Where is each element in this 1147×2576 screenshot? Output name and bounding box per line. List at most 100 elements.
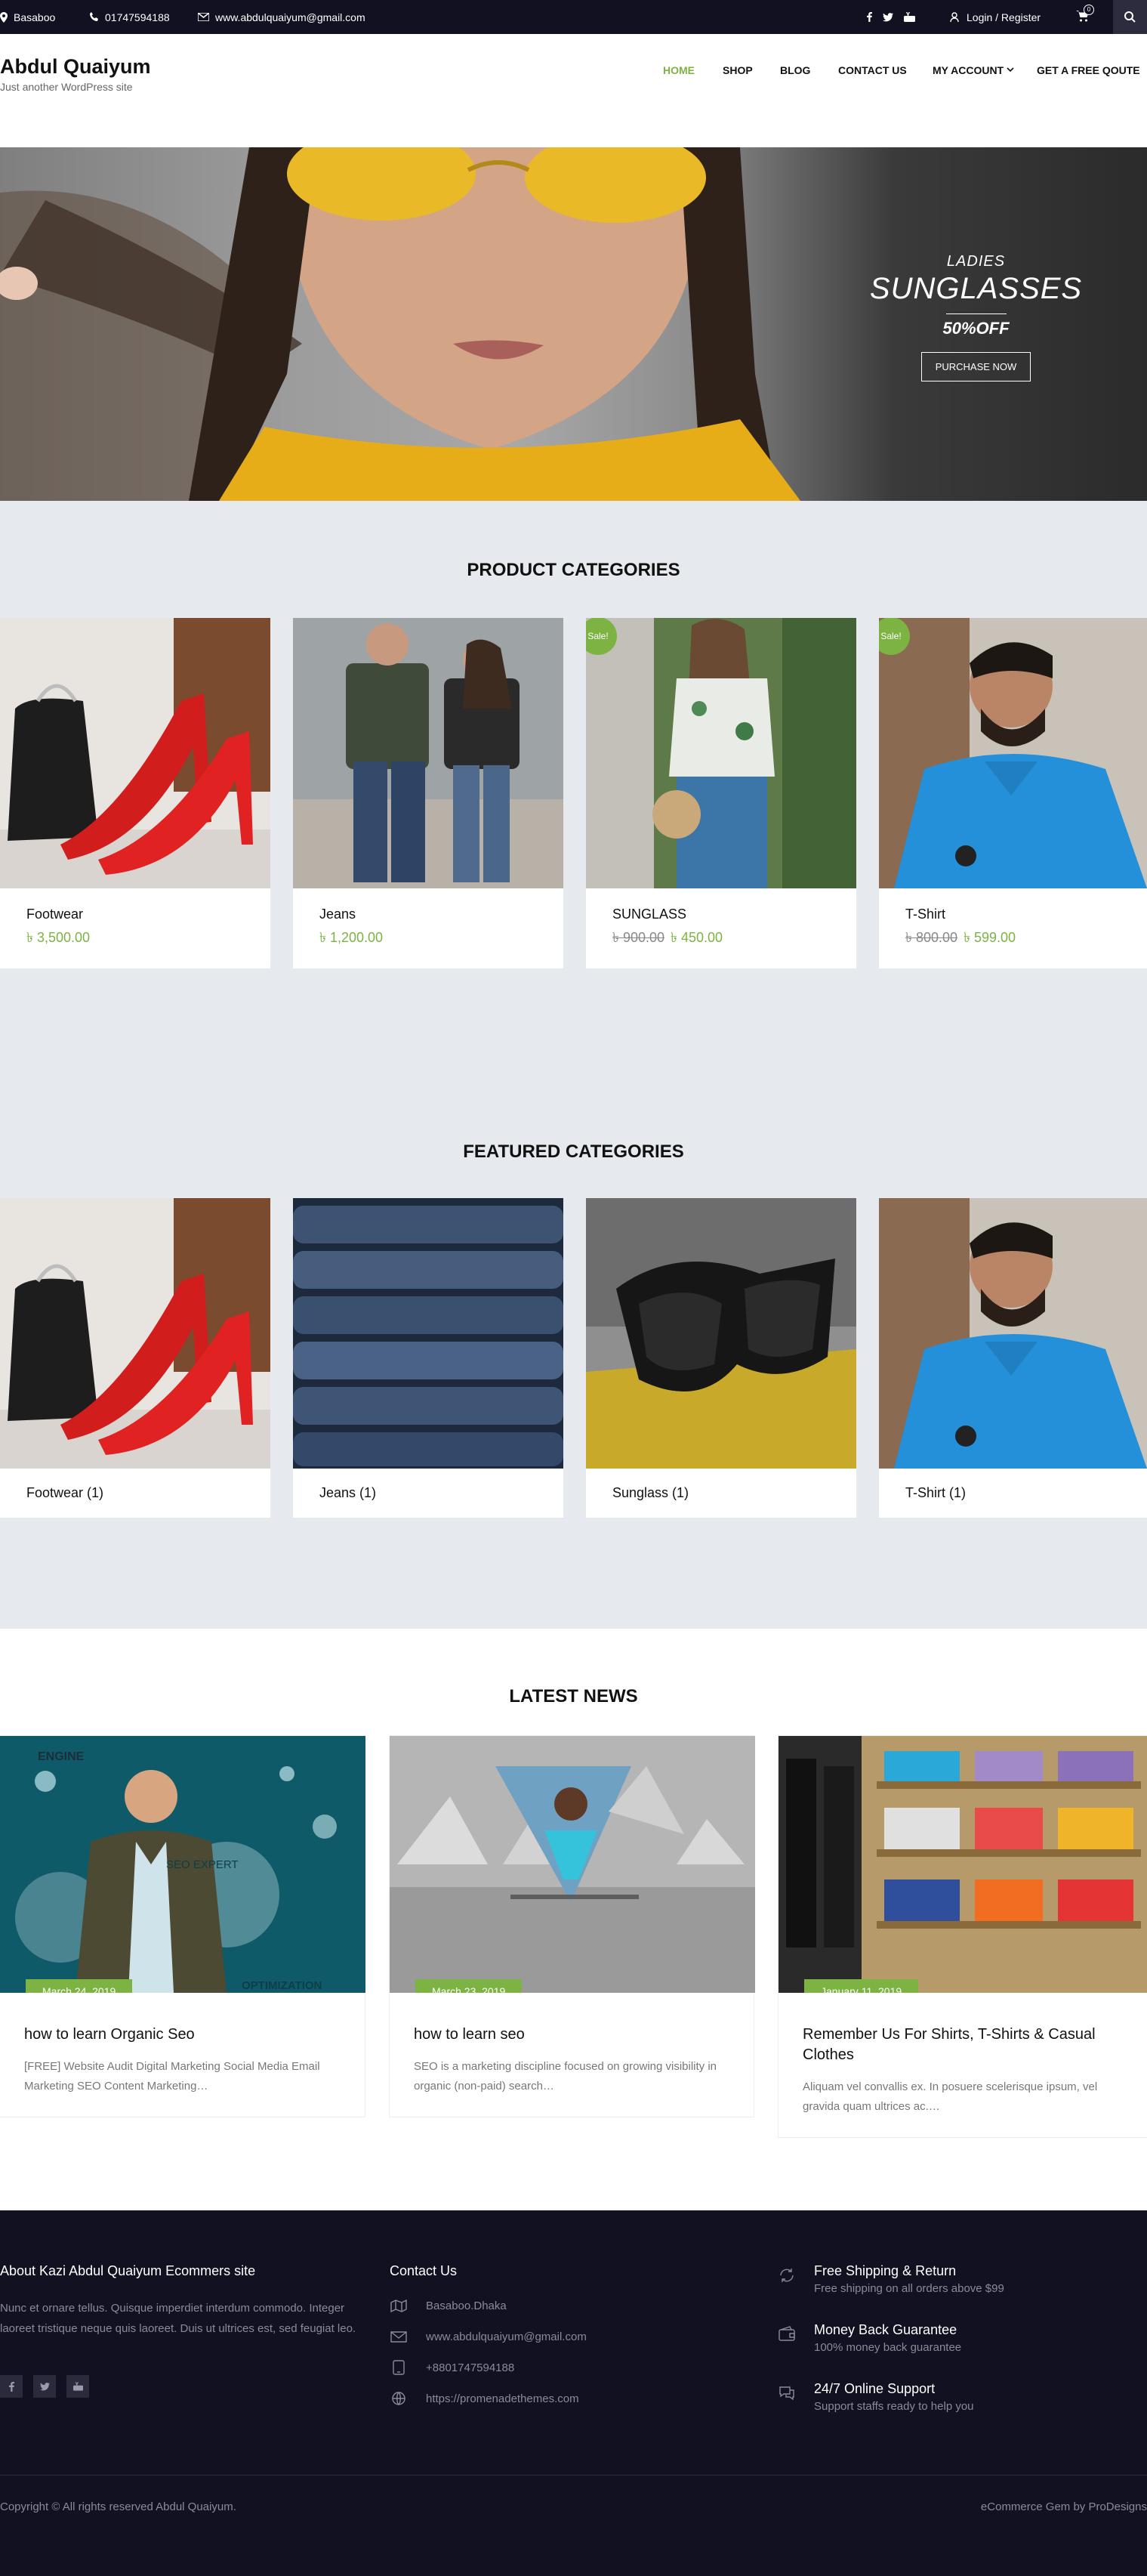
nav-get-quote[interactable]: GET A FREE QOUTE <box>1037 64 1140 76</box>
product-card[interactable]: Footwear ৳ 3,500.00 <box>0 618 270 968</box>
news-card[interactable]: ENGINE SEO EXPERT OPTIMIZATION March 24, 2… <box>0 1735 365 2117</box>
login-register-label: Login / Register <box>967 11 1041 23</box>
mobile-phone-icon <box>393 2360 405 2375</box>
chevron-down-icon[interactable] <box>1007 67 1014 73</box>
product-price-current: ৳ 450.00 <box>671 930 723 945</box>
feature-free-shipping: Free Shipping & Return Free shipping on a… <box>778 2263 1004 2295</box>
news-image[interactable]: March 23, 2019 <box>390 1736 755 1993</box>
contact-address: Basaboo.Dhaka <box>390 2298 507 2313</box>
category-name[interactable]: Jeans (1) <box>319 1485 537 1501</box>
contact-website[interactable]: https://promenadethemes.com <box>390 2391 579 2406</box>
copyright-text: Copyright © All rights reserved Abdul Qu… <box>0 2500 236 2513</box>
news-title[interactable]: how to learn seo <box>414 2025 729 2045</box>
category-card[interactable]: T-Shirt (1) <box>879 1198 1147 1518</box>
hero-subtitle: LADIES <box>946 253 1006 270</box>
nav-shop[interactable]: SHOP <box>723 64 753 76</box>
contact-address-text: Basaboo.Dhaka <box>426 2299 507 2312</box>
cart-button[interactable]: 0 <box>1076 0 1094 34</box>
feature-title: Free Shipping & Return <box>814 2263 957 2278</box>
news-image[interactable]: ENGINE SEO EXPERT OPTIMIZATION March 24, 2… <box>0 1736 365 1993</box>
user-icon <box>950 12 959 22</box>
feature-online-support: 24/7 Online Support Support staffs ready … <box>778 2381 974 2413</box>
feature-title: Money Back Guarantee <box>814 2322 957 2337</box>
footer-twitter-link[interactable] <box>33 2375 56 2398</box>
twitter-icon[interactable] <box>883 12 893 22</box>
hero-discount: 50%OFF <box>942 319 1010 338</box>
news-image-caption: ENGINE <box>38 1750 85 1763</box>
product-image[interactable]: Sale! <box>879 618 1147 888</box>
product-price: ৳ 1,200.00 <box>319 927 537 950</box>
facebook-icon[interactable] <box>867 12 872 22</box>
news-date: March 24, 2019 <box>26 1979 133 1993</box>
map-icon <box>390 2299 407 2313</box>
category-name[interactable]: T-Shirt (1) <box>905 1485 1121 1501</box>
contact-phone[interactable]: +8801747594188 <box>390 2360 514 2375</box>
theme-credit-link[interactable]: eCommerce Gem by ProDesigns <box>981 2500 1147 2513</box>
nav-home[interactable]: HOME <box>663 64 695 76</box>
news-image-caption: SEO EXPERT <box>166 1858 239 1871</box>
category-card[interactable]: Sunglass (1) <box>586 1198 856 1518</box>
category-image[interactable] <box>0 1198 270 1469</box>
category-card[interactable]: Footwear (1) <box>0 1198 270 1518</box>
news-card[interactable]: March 23, 2019 how to learn seo SEO is a… <box>389 1735 755 2117</box>
nav-blog[interactable]: BLOG <box>780 64 810 76</box>
email-info[interactable]: www.abdulquaiyum@gmail.com <box>198 0 365 34</box>
featured-categories-section: FEATURED CATEGORIES Footwear (1) Jeans (… <box>0 1037 1147 1629</box>
footer-about-title: About Kazi Abdul Quaiyum Ecommers site <box>0 2263 256 2278</box>
news-title[interactable]: Remember Us For Shirts, T-Shirts & Casua… <box>803 2025 1123 2065</box>
category-image[interactable] <box>293 1198 563 1469</box>
nav-my-account[interactable]: MY ACCOUNT <box>933 64 1004 76</box>
news-excerpt: SEO is a marketing discipline focused on… <box>414 2060 717 2093</box>
nav-contact-us[interactable]: CONTACT US <box>838 64 907 76</box>
email-text: www.abdulquaiyum@gmail.com <box>215 11 365 23</box>
category-card[interactable]: Jeans (1) <box>293 1198 563 1518</box>
product-name[interactable]: Jeans <box>319 907 537 922</box>
footer-youtube-link[interactable] <box>66 2375 89 2398</box>
site-title[interactable]: Abdul Quaiyum <box>0 55 151 79</box>
product-image[interactable] <box>293 618 563 888</box>
category-image[interactable] <box>586 1198 856 1469</box>
site-footer: About Kazi Abdul Quaiyum Ecommers site N… <box>0 2210 1147 2576</box>
news-date: January 11, 2019 <box>804 1979 919 1993</box>
location-info: Basaboo <box>0 0 55 34</box>
feature-subtitle: 100% money back guarantee <box>814 2341 962 2354</box>
search-button[interactable] <box>1113 0 1147 34</box>
product-price-current: ৳ 599.00 <box>964 930 1016 945</box>
feature-title: 24/7 Online Support <box>814 2381 936 2396</box>
contact-phone-text: +8801747594188 <box>426 2361 515 2374</box>
product-card[interactable]: Jeans ৳ 1,200.00 <box>293 618 563 968</box>
twitter-icon <box>39 2382 50 2390</box>
location-text: Basaboo <box>14 11 56 23</box>
news-image[interactable]: January 11, 2019 <box>779 1736 1147 1993</box>
footer-facebook-link[interactable] <box>0 2375 23 2398</box>
purchase-now-button[interactable]: PURCHASE NOW <box>920 352 1031 381</box>
product-price-current: ৳ 3,500.00 <box>26 930 91 945</box>
top-bar: Basaboo 01747594188 www.abdulquaiyum@gma… <box>0 0 1147 34</box>
chat-bubbles-icon <box>779 2386 794 2401</box>
footer-about-text: Nunc et ornare tellus. Quisque imperdiet… <box>0 2302 356 2335</box>
news-title[interactable]: how to learn Organic Seo <box>24 2025 341 2045</box>
news-excerpt: [FREE] Website Audit Digital Marketing S… <box>24 2060 320 2093</box>
footer-contact-title: Contact Us <box>390 2263 458 2278</box>
hero-caption: LADIES SUNGLASSES 50%OFF PURCHASE NOW <box>868 253 1084 381</box>
contact-email[interactable]: www.abdulquaiyum@gmail.com <box>390 2329 587 2344</box>
news-date: March 23, 2019 <box>415 1979 523 1993</box>
search-icon <box>1124 11 1136 23</box>
youtube-icon[interactable] <box>904 12 915 22</box>
category-name[interactable]: Sunglass (1) <box>612 1485 830 1501</box>
phone-icon <box>90 12 98 21</box>
product-name[interactable]: Footwear <box>26 907 244 922</box>
category-image[interactable] <box>879 1198 1147 1469</box>
product-name[interactable]: SUNGLASS <box>612 907 830 922</box>
news-card[interactable]: January 11, 2019 Remember Us For Shirts,… <box>778 1735 1147 2138</box>
product-card[interactable]: Sale! SUNGLASS ৳ 900.00 ৳ 450.00 <box>586 618 856 968</box>
product-image[interactable] <box>0 618 270 888</box>
product-name[interactable]: T-Shirt <box>905 907 1121 922</box>
login-register-link[interactable]: Login / Register <box>950 0 1041 34</box>
product-image[interactable]: Sale! <box>586 618 856 888</box>
product-card[interactable]: Sale! T-Shirt ৳ 800.00 ৳ 599.00 <box>879 618 1147 968</box>
envelope-icon <box>198 13 209 21</box>
envelope-icon <box>390 2331 407 2343</box>
news-image-caption: OPTIMIZATION <box>242 1979 322 1992</box>
category-name[interactable]: Footwear (1) <box>26 1485 244 1501</box>
